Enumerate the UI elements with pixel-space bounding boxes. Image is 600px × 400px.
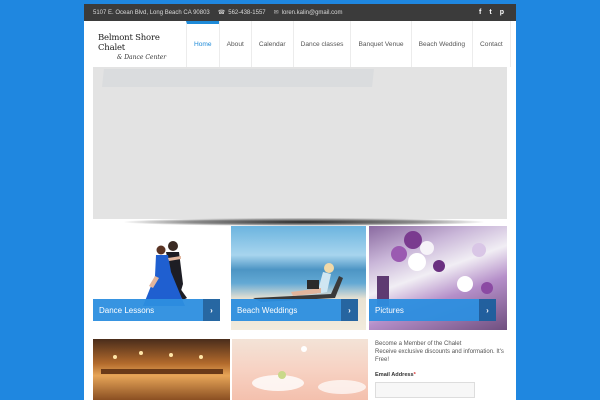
- phone-icon: ☎: [217, 10, 226, 16]
- top-info-bar: 5107 E. Ocean Blvd, Long Beach CA 90803 …: [84, 4, 516, 21]
- tile-pictures[interactable]: Pictures ›: [369, 226, 507, 330]
- required-mark: *: [413, 372, 416, 378]
- facebook-icon[interactable]: f: [479, 9, 481, 16]
- tile-label: Dance Lessons: [99, 305, 155, 315]
- ballroom-image: [101, 351, 223, 374]
- nav-calendar[interactable]: Calendar: [250, 21, 293, 67]
- member-signup: Become a Member of the Chalet Receive ex…: [375, 340, 510, 398]
- twitter-icon[interactable]: t: [489, 9, 491, 16]
- tile-label: Beach Weddings: [237, 305, 298, 315]
- tile-beach-weddings[interactable]: Beach Weddings ›: [231, 226, 366, 330]
- tile-dance-lessons[interactable]: Dance Lessons ›: [93, 226, 228, 330]
- logo-subtitle: & Dance Center: [117, 54, 167, 61]
- main-nav: Home About Calendar Dance classes Banque…: [186, 21, 511, 67]
- nav-home[interactable]: Home: [186, 21, 219, 67]
- phone-link[interactable]: 562-438-1557: [228, 10, 265, 16]
- nav-banquet-venue[interactable]: Banquet Venue: [350, 21, 410, 67]
- page-container: 5107 E. Ocean Blvd, Long Beach CA 90803 …: [84, 4, 516, 400]
- tile-label: Pictures: [375, 305, 404, 315]
- chevron-right-icon[interactable]: ›: [341, 299, 358, 321]
- site-header: Belmont Shore Chalet & Dance Center Home…: [84, 21, 516, 67]
- email-label-text: Email Address: [375, 372, 414, 378]
- social-links: f t p: [479, 9, 516, 16]
- email-label: Email Address*: [375, 371, 510, 379]
- member-heading: Become a Member of the Chalet: [375, 341, 462, 347]
- banquet-image: [252, 346, 366, 394]
- logo-title: Belmont Shore Chalet: [98, 33, 160, 53]
- site-logo[interactable]: Belmont Shore Chalet & Dance Center: [84, 21, 184, 67]
- address-text: 5107 E. Ocean Blvd, Long Beach CA 90803: [93, 9, 210, 16]
- tile-caption[interactable]: Pictures ›: [369, 299, 496, 321]
- member-description: Receive exclusive discounts and informat…: [375, 349, 504, 363]
- nav-about[interactable]: About: [218, 21, 251, 67]
- email-link[interactable]: loren.kalin@gmail.com: [282, 10, 343, 16]
- mail-icon: ✉: [273, 10, 279, 16]
- nav-contact[interactable]: Contact: [472, 21, 511, 67]
- hero-slider[interactable]: [93, 67, 507, 219]
- pinterest-icon[interactable]: p: [500, 9, 504, 16]
- slider-shadow: [124, 218, 484, 226]
- ballroom-photo: [93, 339, 230, 400]
- nav-beach-wedding[interactable]: Beach Wedding: [410, 21, 472, 67]
- chevron-right-icon[interactable]: ›: [203, 299, 220, 321]
- tile-caption[interactable]: Beach Weddings ›: [231, 299, 358, 321]
- banquet-photo: [232, 339, 368, 400]
- nav-dance-classes[interactable]: Dance classes: [292, 21, 351, 67]
- slider-glare: [102, 69, 374, 87]
- tile-caption[interactable]: Dance Lessons ›: [93, 299, 220, 321]
- email-input[interactable]: [375, 382, 475, 398]
- chevron-right-icon[interactable]: ›: [479, 299, 496, 321]
